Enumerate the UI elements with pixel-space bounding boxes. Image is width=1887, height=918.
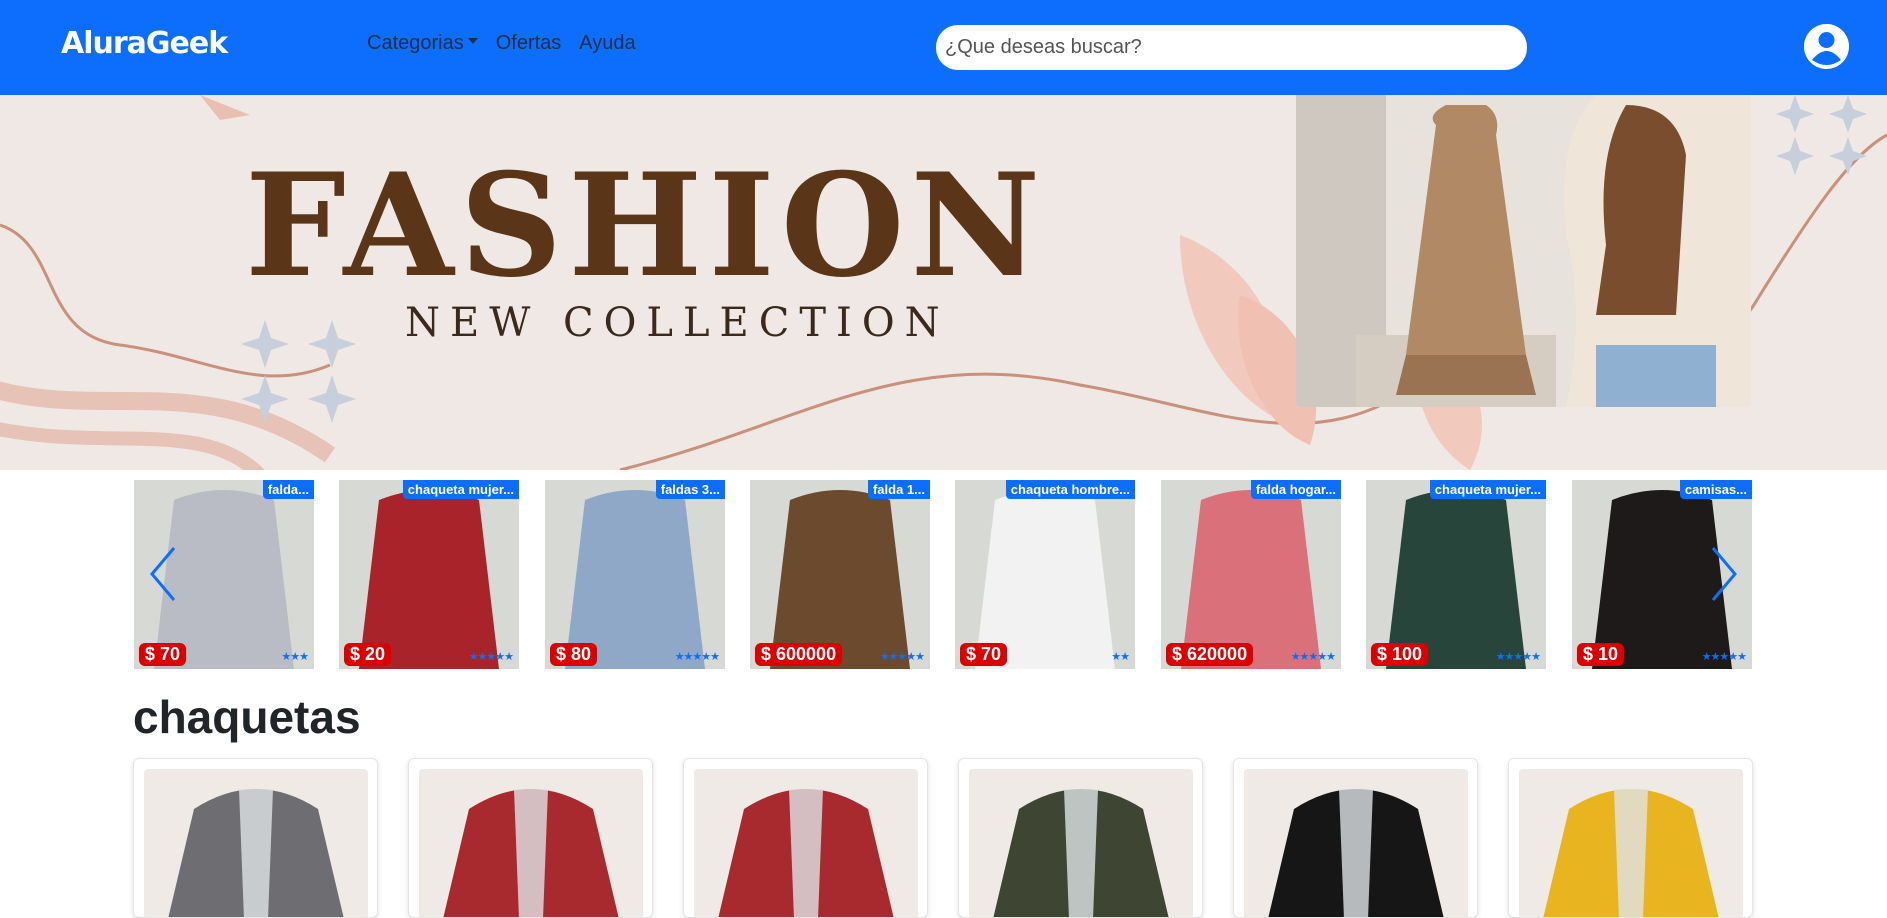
- carousel-item[interactable]: falda hogar... $ 620000 ★★★★★: [1161, 480, 1341, 669]
- product-name-tag: chaqueta mujer...: [402, 480, 519, 499]
- rating-stars: ★★★★★: [1290, 651, 1336, 663]
- carousel-prev-button[interactable]: [148, 546, 178, 602]
- product-image: [694, 769, 918, 917]
- product-carousel: falda... $ 70 ★★★ chaqueta mujer... $ 20 ★★★★…: [134, 480, 1754, 669]
- nav-categorias-label: Categorias: [367, 32, 464, 54]
- brand-logo[interactable]: AluraGeek: [61, 26, 228, 61]
- product-image: [144, 769, 368, 917]
- rating-stars: ★★: [1111, 651, 1130, 663]
- product-image: [339, 480, 519, 669]
- carousel-item[interactable]: falda 1... $ 600000 ★★★★★: [750, 480, 930, 669]
- hero-title: FASHION: [245, 143, 1047, 309]
- product-card[interactable]: [958, 758, 1203, 918]
- hero-subtitle: NEW COLLECTION: [405, 300, 950, 346]
- chevron-down-icon: [467, 37, 478, 44]
- product-name-tag: chaqueta hombre...: [1005, 480, 1135, 499]
- product-price: $ 20: [344, 643, 392, 666]
- product-price: $ 10: [1577, 643, 1625, 666]
- nav-ayuda[interactable]: Ayuda: [579, 32, 635, 55]
- product-price: $ 70: [960, 643, 1008, 666]
- hero-banner: FASHION NEW COLLECTION: [0, 95, 1887, 470]
- carousel-item[interactable]: chaqueta mujer... $ 100 ★★★★★: [1366, 480, 1546, 669]
- rating-stars: ★★★: [281, 651, 309, 663]
- user-account-icon[interactable]: [1804, 24, 1849, 69]
- navbar: AluraGeek Categorias Ofertas Ayuda: [0, 0, 1887, 95]
- carousel-item[interactable]: chaqueta hombre... $ 70 ★★: [955, 480, 1135, 669]
- rating-stars: ★★★★★: [879, 651, 925, 663]
- product-image: [1244, 769, 1468, 917]
- chevron-left-icon: [150, 547, 176, 601]
- search-input[interactable]: [936, 25, 1527, 70]
- product-price: $ 100: [1371, 643, 1429, 666]
- product-image: [545, 480, 725, 669]
- product-card[interactable]: [408, 758, 653, 918]
- chevron-right-icon: [1711, 547, 1737, 601]
- product-name-tag: faldas 3...: [655, 480, 725, 499]
- product-card[interactable]: [1508, 758, 1753, 918]
- product-image: [955, 480, 1135, 669]
- rating-stars: ★★★★★: [468, 651, 514, 663]
- product-price: $ 600000: [755, 643, 843, 666]
- carousel-next-button[interactable]: [1709, 546, 1739, 602]
- nav-links: Categorias Ofertas Ayuda: [367, 32, 636, 55]
- carousel-item[interactable]: faldas 3... $ 80 ★★★★★: [545, 480, 725, 669]
- hero-photo: [1296, 95, 1751, 407]
- product-image: [1161, 480, 1341, 669]
- product-price: $ 620000: [1166, 643, 1254, 666]
- product-card[interactable]: [683, 758, 928, 918]
- carousel-item[interactable]: chaqueta mujer... $ 20 ★★★★★: [339, 480, 519, 669]
- product-image: [750, 480, 930, 669]
- product-image: [1366, 480, 1546, 669]
- product-price: $ 70: [139, 643, 187, 666]
- product-image: [1519, 769, 1743, 917]
- product-image: [419, 769, 643, 917]
- product-name-tag: chaqueta mujer...: [1429, 480, 1546, 499]
- product-price: $ 80: [550, 643, 598, 666]
- product-card[interactable]: [1233, 758, 1478, 918]
- product-image: [969, 769, 1193, 917]
- rating-stars: ★★★★★: [674, 651, 720, 663]
- product-card[interactable]: [133, 758, 378, 918]
- section-title: chaquetas: [133, 691, 361, 743]
- product-name-tag: falda 1...: [867, 480, 930, 499]
- nav-ofertas[interactable]: Ofertas: [496, 32, 562, 55]
- product-name-tag: falda hogar...: [1250, 480, 1341, 499]
- product-name-tag: camisas...: [1679, 480, 1752, 499]
- product-name-tag: falda...: [262, 480, 314, 499]
- rating-stars: ★★★★★: [1701, 651, 1747, 663]
- rating-stars: ★★★★★: [1495, 651, 1541, 663]
- nav-categorias[interactable]: Categorias: [367, 32, 478, 55]
